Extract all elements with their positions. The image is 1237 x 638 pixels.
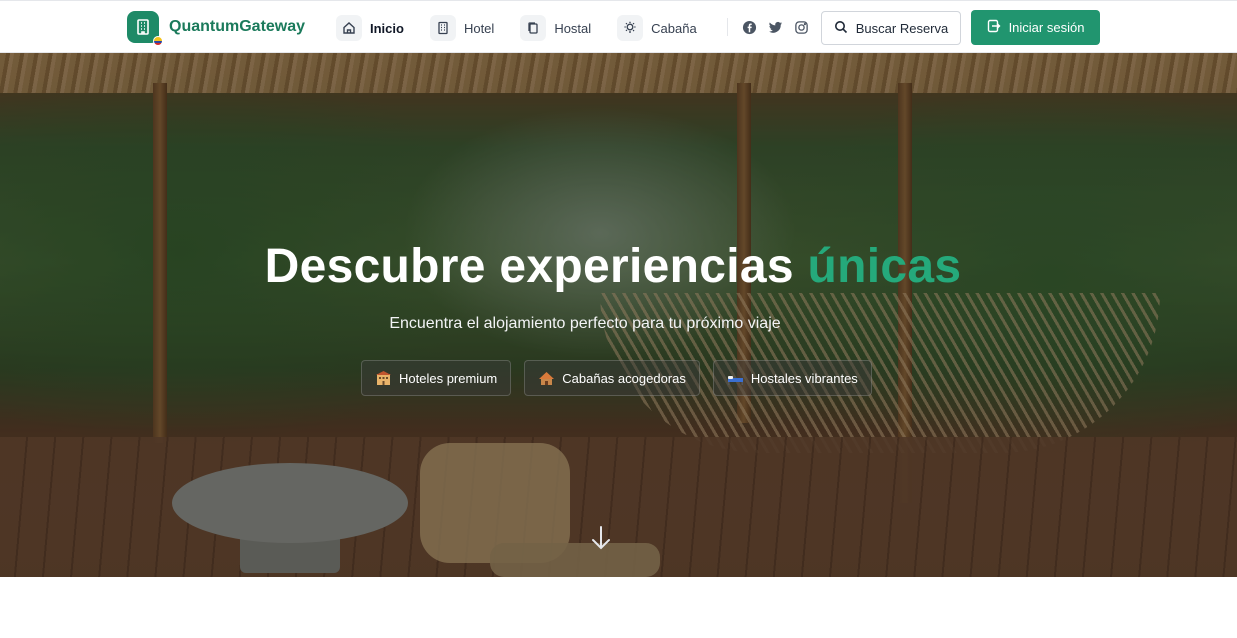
hotel-emoji — [375, 370, 392, 387]
social-links — [741, 19, 809, 35]
chip-label: Cabañas acogedoras — [562, 370, 686, 386]
brand-name: QuantumGateway — [169, 18, 306, 35]
login-icon — [987, 19, 1001, 36]
nav-item-label: Hotel — [463, 20, 495, 36]
arrow-down-icon[interactable] — [588, 525, 614, 551]
search-icon — [834, 20, 848, 37]
facebook-icon[interactable] — [741, 19, 757, 35]
nav-divider — [727, 18, 728, 36]
chip-hoteles-premium[interactable]: Hoteles premium — [361, 360, 512, 396]
twitter-icon[interactable] — [767, 19, 783, 35]
bed-emoji — [727, 370, 744, 387]
hut-emoji — [538, 370, 555, 387]
hero-subtitle: Encuentra el alojamiento perfecto para t… — [389, 315, 781, 332]
building-icon — [127, 11, 163, 46]
hero-category-chips: Hoteles premium Cabañas acogedoras Hosta… — [361, 360, 872, 396]
copy-icon — [520, 15, 547, 41]
brand-logo[interactable]: QuantumGateway — [127, 11, 306, 46]
main-nav: Inicio Hotel Hostal Cabaña — [336, 14, 723, 42]
top-navbar: QuantumGateway Inicio Hotel Hostal Cabañ… — [0, 0, 1237, 53]
building-icon — [429, 15, 456, 41]
content-section — [0, 577, 1237, 638]
hero-title-accent: únicas — [807, 240, 962, 293]
login-button[interactable]: Iniciar sesión — [971, 10, 1100, 45]
nav-item-label: Inicio — [370, 20, 404, 36]
search-reservation-label: Buscar Reserva — [855, 20, 949, 36]
home-icon — [336, 15, 362, 41]
nav-item-hotel[interactable]: Hotel — [429, 14, 495, 42]
chip-hostales-vibrantes[interactable]: Hostales vibrantes — [712, 360, 872, 396]
chip-label: Hostales vibrantes — [750, 370, 858, 386]
flag-icon — [153, 36, 163, 46]
login-label: Iniciar sesión — [1008, 20, 1085, 35]
nav-item-label: Hostal — [554, 20, 592, 36]
nav-item-label: Cabaña — [651, 20, 697, 36]
instagram-icon[interactable] — [793, 19, 809, 35]
lightbulb-icon — [617, 15, 644, 41]
hero-title-main: Descubre experiencias — [264, 240, 794, 293]
search-reservation-button[interactable]: Buscar Reserva — [821, 11, 961, 45]
chip-cabanas-acogedoras[interactable]: Cabañas acogedoras — [524, 360, 700, 396]
nav-item-inicio[interactable]: Inicio — [336, 14, 404, 42]
nav-item-cabana[interactable]: Cabaña — [617, 14, 697, 42]
hero-section: Descubre experiencias únicas Encuentra e… — [0, 53, 1237, 577]
chip-label: Hoteles premium — [399, 370, 498, 386]
nav-item-hostal[interactable]: Hostal — [520, 14, 591, 42]
hero-title: Descubre experiencias únicas — [0, 239, 1226, 294]
